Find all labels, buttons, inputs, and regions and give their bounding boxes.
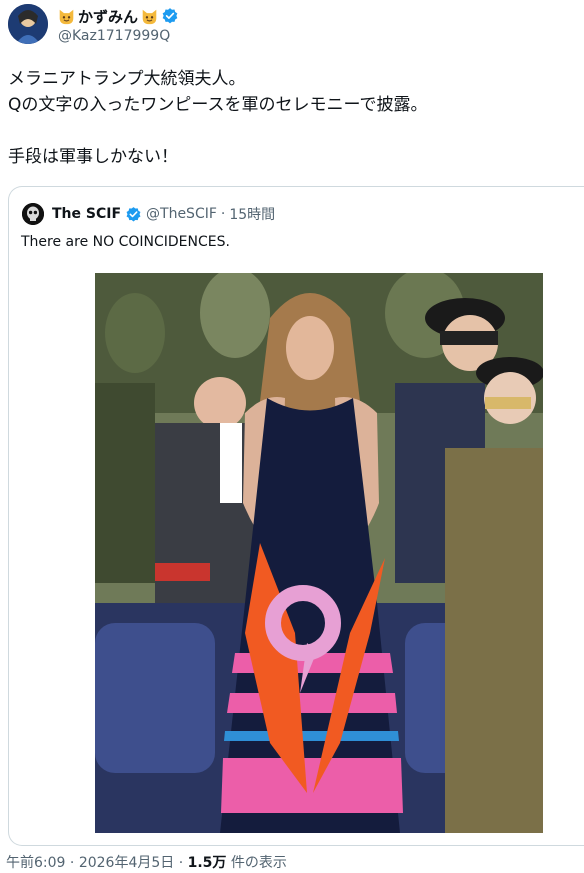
tweet-footer: 午前6:09 · 2026年4月5日 · 1.5万 件の表示 [6,852,287,872]
view-count-label: 件の表示 [230,855,287,871]
cat-face-emoji-icon [59,9,74,24]
tweet-time[interactable]: 午前6:09 [6,855,65,871]
author-handle[interactable]: @Kaz1717999Q [58,28,170,44]
quoted-author-avatar[interactable] [22,203,44,225]
author-avatar-image [8,4,48,44]
author-display-name[interactable]: かずみん [78,6,138,27]
verified-badge-icon [126,206,141,221]
separator-dot: · [220,206,226,222]
quoted-tweet-card[interactable]: The SCIF @TheSCIF · 15時間 There are NO CO… [8,186,584,846]
separator-dot: · [178,855,184,871]
cat-face-emoji-icon [142,9,157,24]
tweet-line [8,118,568,144]
view-count[interactable]: 1.5万 [188,855,227,871]
author-avatar[interactable] [8,4,48,44]
quoted-tweet-photo[interactable] [95,273,543,833]
quoted-tweet-header: The SCIF @TheSCIF · 15時間 [52,204,275,224]
quoted-author-name[interactable]: The SCIF [52,206,121,222]
photo-illustration [95,273,543,833]
skull-logo-icon [22,203,44,225]
verified-badge-icon [162,8,178,24]
quoted-tweet-time[interactable]: 15時間 [229,204,275,224]
tweet-line: Qの文字の入ったワンピースを軍のセレモニーで披露。 [8,95,428,115]
tweet-text: メラニアトランプ大統領夫人。 Qの文字の入ったワンピースを軍のセレモニーで披露。… [8,66,568,170]
tweet-line: メラニアトランプ大統領夫人。 [8,69,246,89]
author-name-row[interactable]: かずみん [58,6,179,26]
separator-dot: · [69,855,75,871]
tweet-date[interactable]: 2026年4月5日 [79,855,174,871]
quoted-author-handle[interactable]: @TheSCIF [146,206,217,222]
quoted-tweet-text: There are NO COINCIDENCES. [21,234,230,250]
tweet-line: 手段は軍事しかない！ [8,147,178,167]
